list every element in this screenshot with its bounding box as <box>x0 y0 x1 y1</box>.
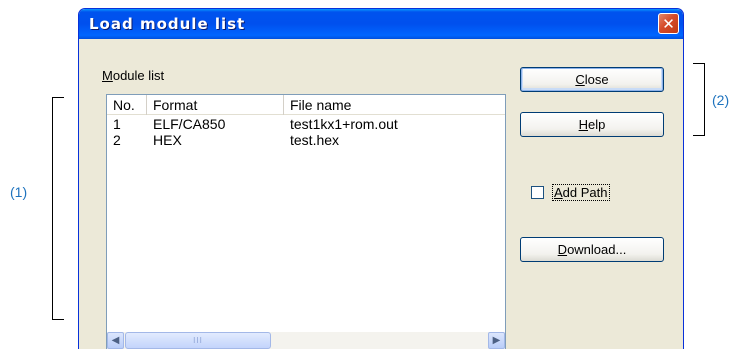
add-path-label-accel: A <box>554 185 563 200</box>
load-module-list-dialog: Load module list ✕ Module list No. Forma… <box>78 8 684 349</box>
column-header-format[interactable]: Format <box>147 95 284 115</box>
annotation-bracket-left <box>52 97 64 320</box>
module-list-view[interactable]: No. Format File name 1 ELF/CA850 test1kx… <box>106 94 506 349</box>
cell-file-name: test.hex <box>290 132 340 148</box>
cell-format: HEX <box>153 132 182 148</box>
help-button-accel: H <box>578 117 589 132</box>
close-button-label: lose <box>584 72 609 87</box>
horizontal-scrollbar[interactable]: ◀ III ▶ <box>107 332 505 349</box>
add-path-checkbox[interactable] <box>531 186 544 199</box>
download-button-label: ownload... <box>567 242 627 257</box>
add-path-option[interactable]: Add Path <box>531 184 610 201</box>
list-rows: 1 ELF/CA850 test1kx1+rom.out 2 HEX test.… <box>107 116 505 148</box>
title-bar[interactable]: Load module list ✕ <box>79 9 683 39</box>
annotation-bracket-right <box>693 63 705 136</box>
column-header-file-name[interactable]: File name <box>284 95 505 115</box>
cell-no: 2 <box>113 132 121 148</box>
scroll-thumb[interactable]: III <box>125 332 271 349</box>
cell-no: 1 <box>113 116 121 132</box>
help-button-label: elp <box>588 117 606 132</box>
download-button-accel: D <box>557 242 568 257</box>
cell-file-name: test1kx1+rom.out <box>290 116 398 132</box>
module-list-label-accel: M <box>102 68 113 83</box>
list-item[interactable]: 1 ELF/CA850 test1kx1+rom.out <box>107 116 505 132</box>
close-icon[interactable]: ✕ <box>658 13 679 34</box>
module-list-label: Module list <box>102 68 164 83</box>
close-button[interactable]: Close <box>520 67 664 92</box>
column-header-no[interactable]: No. <box>107 95 147 115</box>
list-header: No. Format File name <box>107 95 505 115</box>
scroll-left-icon[interactable]: ◀ <box>107 332 124 349</box>
cell-format: ELF/CA850 <box>153 116 226 132</box>
help-button[interactable]: Help <box>520 112 664 137</box>
module-list-label-text: odule list <box>112 68 165 83</box>
window-title: Load module list <box>89 15 246 33</box>
scroll-right-icon[interactable]: ▶ <box>488 332 505 349</box>
download-button[interactable]: Download... <box>520 237 664 262</box>
list-item[interactable]: 2 HEX test.hex <box>107 132 505 148</box>
annotation-label-1: (1) <box>10 184 28 200</box>
dialog-content: Module list No. Format File name 1 ELF/C… <box>82 39 680 349</box>
close-button-accel: C <box>575 72 585 87</box>
annotation-label-2: (2) <box>712 92 730 108</box>
add-path-label[interactable]: Add Path <box>552 184 610 201</box>
add-path-label-text: dd Path <box>562 185 608 200</box>
